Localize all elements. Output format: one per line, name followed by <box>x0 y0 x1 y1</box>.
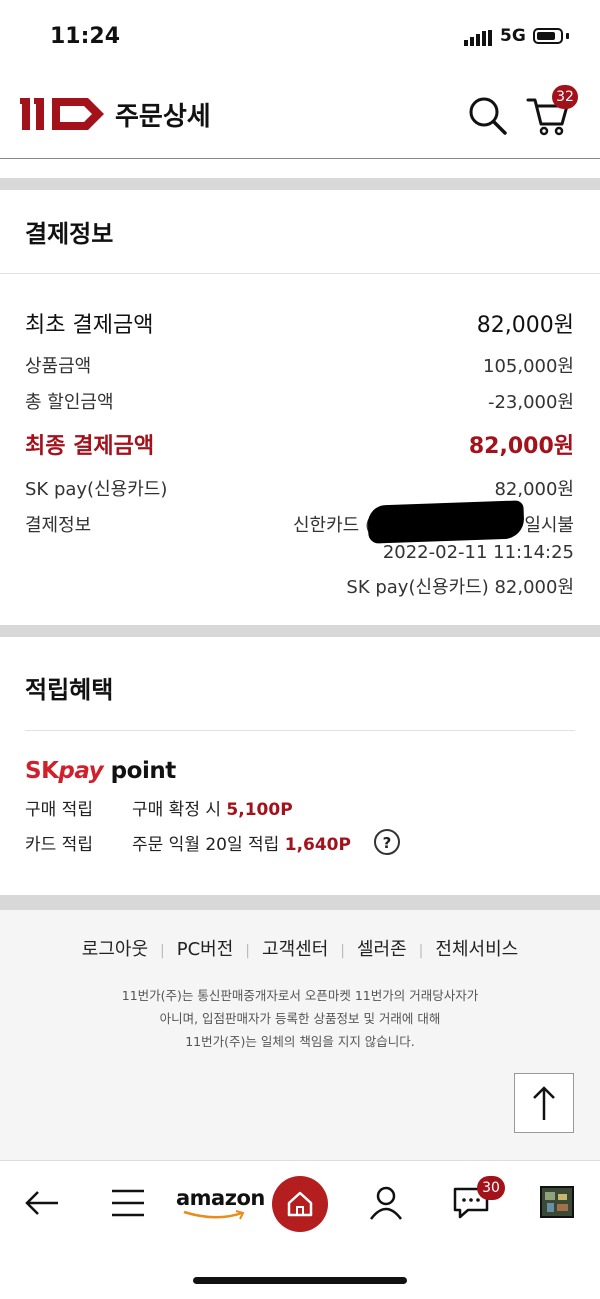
initial-amount-label: 최초 결제금액 <box>25 313 154 338</box>
home-icon <box>287 1191 313 1217</box>
home-button[interactable] <box>272 1176 328 1232</box>
section-separator <box>0 178 600 190</box>
discount-value: -23,000원 <box>487 392 574 413</box>
skpay-point-logo: SKpay point <box>25 758 176 784</box>
status-time: 11:24 <box>50 24 121 49</box>
card-name: 신한카드 ( <box>293 515 372 536</box>
purchase-points: 5,100P <box>226 800 293 820</box>
seller-zone-link[interactable]: 셀러존 <box>357 939 407 960</box>
installment-text: 일시불 <box>524 515 574 536</box>
purchase-reward-text: 구매 확정 시 5,100P <box>132 800 293 820</box>
help-icon[interactable]: ? <box>374 829 400 855</box>
section-separator <box>0 895 600 910</box>
purchase-reward-label: 구매 적립 <box>25 800 93 820</box>
all-services-link[interactable]: 전체서비스 <box>435 939 518 960</box>
battery-tip <box>566 33 569 39</box>
payment-method-value: 82,000원 <box>494 479 574 500</box>
discount-label: 총 할인금액 <box>25 392 114 413</box>
footer-links: 로그아웃 | PC버전 | 고객센터 | 셀러존 | 전체서비스 <box>81 939 519 960</box>
search-icon <box>469 97 507 135</box>
back-icon[interactable] <box>24 1188 60 1218</box>
page-title: 주문상세 <box>115 102 211 132</box>
payment-method-label: SK pay(신용카드) <box>25 479 168 500</box>
payment-datetime: 2022-02-11 11:14:25 <box>382 542 574 563</box>
header-divider <box>0 158 600 159</box>
product-amount-value: 105,000원 <box>483 356 574 377</box>
payment-summary: SK pay(신용카드) 82,000원 <box>346 577 574 598</box>
battery-icon <box>533 28 563 44</box>
card-reward-text: 주문 익월 20일 적립 1,640P <box>132 835 351 855</box>
payment-info-label: 결제정보 <box>25 515 92 536</box>
product-amount-label: 상품금액 <box>25 356 92 377</box>
recent-item-thumbnail[interactable] <box>540 1186 574 1218</box>
amazon-smile-icon <box>183 1210 245 1220</box>
arrow-up-icon <box>533 1086 555 1120</box>
card-points: 1,640P <box>284 835 351 855</box>
chat-count-badge: 30 <box>477 1176 505 1200</box>
initial-amount-value: 82,000원 <box>476 313 574 338</box>
redacted-card-number <box>367 500 525 544</box>
rewards-section-title: 적립혜택 <box>25 676 114 704</box>
final-amount-label: 최종 결제금액 <box>25 434 155 459</box>
11st-logo[interactable] <box>20 94 106 138</box>
footer-notice: 11번가(주)는 통신판매중개자로서 오픈마켓 11번가의 거래당사자가 아니며… <box>121 988 479 1049</box>
scroll-top-button[interactable] <box>514 1073 574 1133</box>
logout-link[interactable]: 로그아웃 <box>82 939 148 960</box>
section-separator <box>0 625 600 637</box>
final-amount-value: 82,000원 <box>468 434 574 459</box>
network-label: 5G <box>500 26 526 46</box>
home-indicator <box>193 1277 407 1284</box>
pc-version-link[interactable]: PC버전 <box>177 939 234 960</box>
payment-section-title: 결제정보 <box>25 220 114 248</box>
search-button[interactable] <box>466 94 510 138</box>
section-divider <box>0 273 600 274</box>
customer-center-link[interactable]: 고객센터 <box>262 939 328 960</box>
amazon-button[interactable]: amazon <box>176 1186 265 1220</box>
cart-count-badge: 32 <box>552 85 578 109</box>
card-reward-label: 카드 적립 <box>25 835 93 855</box>
signal-icon <box>464 30 494 46</box>
user-icon[interactable] <box>368 1185 404 1221</box>
section-divider <box>25 730 575 731</box>
menu-icon[interactable] <box>111 1187 145 1219</box>
